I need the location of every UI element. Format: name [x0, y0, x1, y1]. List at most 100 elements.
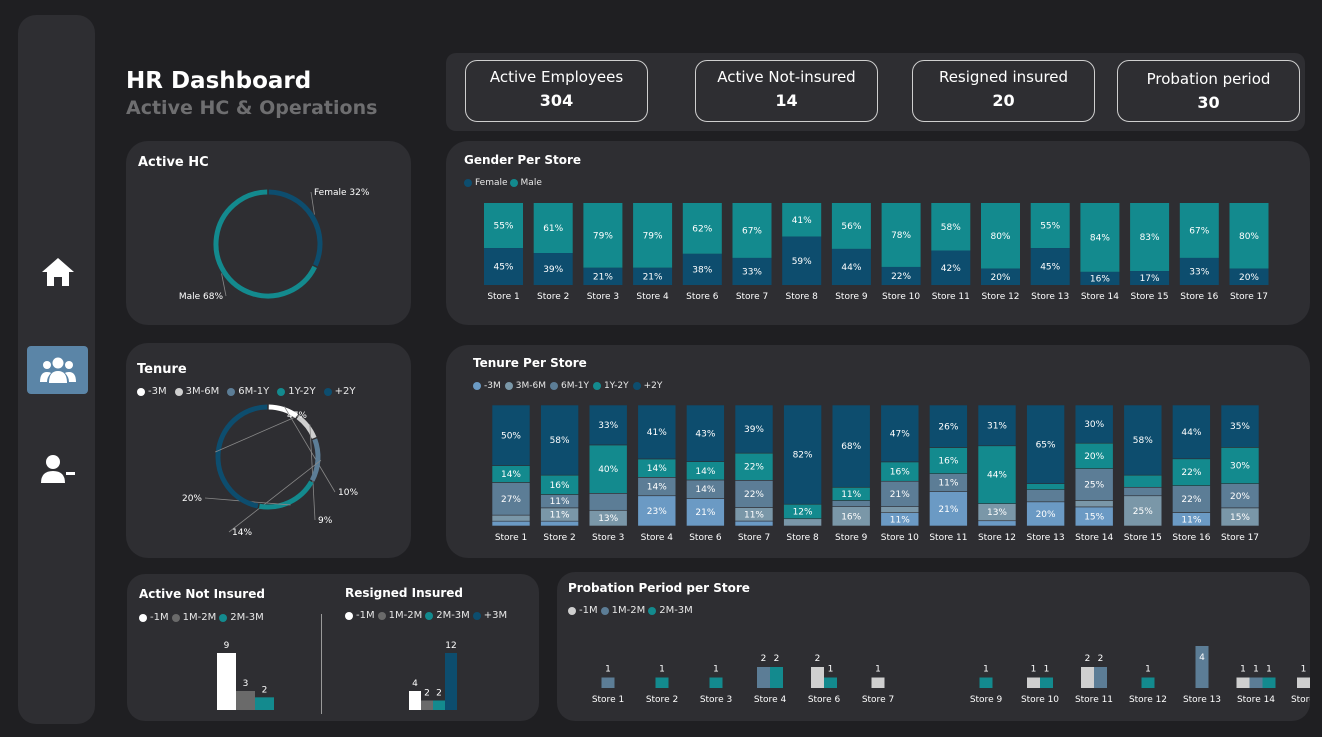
tenure-segment[interactable]: [977, 520, 1017, 527]
gender-bar-group[interactable]: 58% 42%: [931, 203, 971, 285]
resigned-insured-bar[interactable]: [409, 691, 421, 710]
not-insured-bar[interactable]: [255, 697, 274, 710]
tenure-segment[interactable]: [491, 514, 531, 522]
female-value-label: 33%: [1189, 267, 1209, 277]
tenure-value-label: 35%: [1230, 422, 1250, 432]
tenure-segment[interactable]: [491, 520, 531, 527]
probation-bar[interactable]: [1297, 677, 1310, 689]
x-tick-label: Store 4: [641, 533, 674, 543]
tenure-segment[interactable]: [1026, 489, 1065, 503]
not-insured-bar[interactable]: [236, 691, 255, 710]
tenure-bar-group[interactable]: 16% 11% 68%: [831, 404, 871, 527]
tenure-segment[interactable]: [588, 493, 628, 511]
probation-bar[interactable]: [1141, 677, 1155, 689]
gender-bar-group[interactable]: 56% 44%: [831, 203, 871, 285]
tenure-bar-group[interactable]: 11% 22% 22% 39%: [734, 404, 774, 527]
probation-bar[interactable]: [1081, 667, 1094, 688]
kpi-strip: Active Employees 304 Active Not-insured …: [446, 53, 1305, 131]
tenure-bar-group[interactable]: 12% 82%: [783, 404, 822, 527]
nav-resigned[interactable]: [27, 445, 88, 493]
kpi-probation-period[interactable]: Probation period 30: [1117, 60, 1300, 122]
gender-bar-group[interactable]: 83% 17%: [1130, 203, 1170, 285]
probation-bar[interactable]: [811, 667, 824, 688]
tenure-bar-group[interactable]: 25% 58%: [1123, 404, 1163, 527]
donut-slice[interactable]: [215, 404, 268, 509]
gender-store-chart[interactable]: 55% 45% Store 1 61% 39% Store 2 79% 21% Store 3 7…: [446, 141, 1310, 325]
probation-bar[interactable]: [770, 667, 783, 688]
resigned-insured-bar[interactable]: [445, 653, 457, 710]
tenure-bar-group[interactable]: 11% 11% 16% 58%: [540, 404, 579, 527]
gender-bar-group[interactable]: 84% 16%: [1080, 203, 1120, 285]
tenure-bar-group[interactable]: 21% 14% 14% 43%: [686, 404, 725, 527]
probation-bar[interactable]: [1262, 677, 1276, 689]
donut-slice[interactable]: [309, 438, 321, 482]
tenure-segment[interactable]: [1123, 486, 1163, 497]
probation-store-chart[interactable]: 1Store 11Store 21Store 32 2Store 421Store…: [557, 572, 1310, 721]
tenure-value-label: 12%: [793, 507, 813, 517]
female-value-label: 39%: [543, 265, 563, 275]
probation-bar[interactable]: [655, 677, 669, 689]
tenure-bar-group[interactable]: 11% 21% 16% 47%: [880, 404, 920, 527]
gender-bar-group[interactable]: 55% 45%: [1030, 203, 1070, 285]
tenure-bar-group[interactable]: 23% 14% 14% 41%: [637, 404, 677, 527]
gender-bar-group[interactable]: 67% 33%: [732, 203, 772, 285]
probation-bar[interactable]: [1027, 677, 1040, 689]
x-tick-label: Store 4: [754, 695, 787, 705]
probation-bar[interactable]: [871, 677, 885, 689]
tenure-value-label: 14%: [501, 470, 521, 480]
nav-home[interactable]: [27, 248, 88, 296]
nav-employees[interactable]: [27, 346, 88, 394]
probation-bar[interactable]: [1094, 667, 1107, 688]
tenure-bar-group[interactable]: 20% 65%: [1026, 404, 1065, 527]
probation-bar[interactable]: [1249, 677, 1263, 689]
tenure-segment[interactable]: [880, 506, 920, 513]
gender-bar-group[interactable]: 80% 20%: [1229, 203, 1269, 285]
gender-bar-group[interactable]: 61% 39%: [533, 203, 573, 285]
tenure-bar-group[interactable]: 13% 44% 31%: [977, 404, 1017, 527]
tenure-segment[interactable]: [1123, 474, 1163, 488]
gender-bar-group[interactable]: 80% 20%: [981, 203, 1020, 285]
gender-bar-group[interactable]: 67% 33%: [1179, 203, 1219, 285]
tenure-value-label: 58%: [1133, 436, 1153, 446]
tenure-segment[interactable]: [783, 518, 822, 527]
tenure-value-label: 30%: [1084, 420, 1104, 430]
tenure-bar-group[interactable]: 11% 22% 22% 44%: [1172, 404, 1211, 527]
gender-bar-group[interactable]: 78% 22%: [881, 203, 921, 285]
gender-bar-group[interactable]: 62% 38%: [682, 203, 722, 285]
tenure-bar-group[interactable]: 13% 40% 33%: [588, 404, 628, 527]
tenure-bar-group[interactable]: 21% 11% 16% 26%: [929, 404, 968, 527]
active-hc-donut[interactable]: Female 32% Male 68%: [126, 141, 411, 325]
gender-bar-group[interactable]: 79% 21%: [633, 203, 673, 285]
tenure-segment[interactable]: [540, 520, 579, 527]
kpi-resigned-insured[interactable]: Resigned insured 20: [912, 60, 1095, 122]
bar-value-label: 9: [224, 641, 230, 651]
probation-bar[interactable]: [757, 667, 770, 688]
probation-bar[interactable]: [979, 677, 993, 689]
gender-bar-group[interactable]: 79% 21%: [583, 203, 623, 285]
tenure-store-chart[interactable]: 27% 14% 50% Store 1 11% 11% 16% 58% Store 2 13% 40…: [446, 345, 1310, 558]
resigned-insured-bar[interactable]: [421, 700, 433, 711]
x-tick-label: Store 3: [592, 533, 624, 543]
tenure-donut[interactable]: 10% 9% 14% 20% 47%: [126, 343, 411, 558]
tenure-bar-group[interactable]: 27% 14% 50%: [491, 404, 531, 527]
tenure-bar-group[interactable]: 15% 25% 20% 30%: [1074, 404, 1114, 527]
tenure-segment[interactable]: [1026, 483, 1065, 490]
tenure-value-label: 58%: [550, 436, 570, 446]
tenure-segment[interactable]: [831, 500, 871, 507]
insurance-charts[interactable]: 93242 212: [127, 574, 539, 721]
tenure-segment[interactable]: [734, 520, 774, 527]
probation-bar[interactable]: [824, 677, 837, 689]
resigned-insured-bar[interactable]: [433, 700, 445, 711]
probation-bar[interactable]: [601, 677, 615, 689]
kpi-active-employees[interactable]: Active Employees 304: [465, 60, 648, 122]
tenure-bar-group[interactable]: 15% 20% 30% 35%: [1220, 404, 1260, 527]
probation-bar[interactable]: [709, 677, 723, 689]
gender-bar-group[interactable]: 41% 59%: [782, 203, 822, 285]
tenure-segment[interactable]: [1074, 500, 1114, 508]
donut-slice[interactable]: [213, 189, 317, 299]
gender-bar-group[interactable]: 55% 45%: [484, 203, 523, 285]
probation-bar[interactable]: [1236, 677, 1250, 689]
not-insured-bar[interactable]: [217, 653, 236, 710]
kpi-active-not-insured[interactable]: Active Not-insured 14: [695, 60, 878, 122]
probation-bar[interactable]: [1040, 677, 1053, 689]
